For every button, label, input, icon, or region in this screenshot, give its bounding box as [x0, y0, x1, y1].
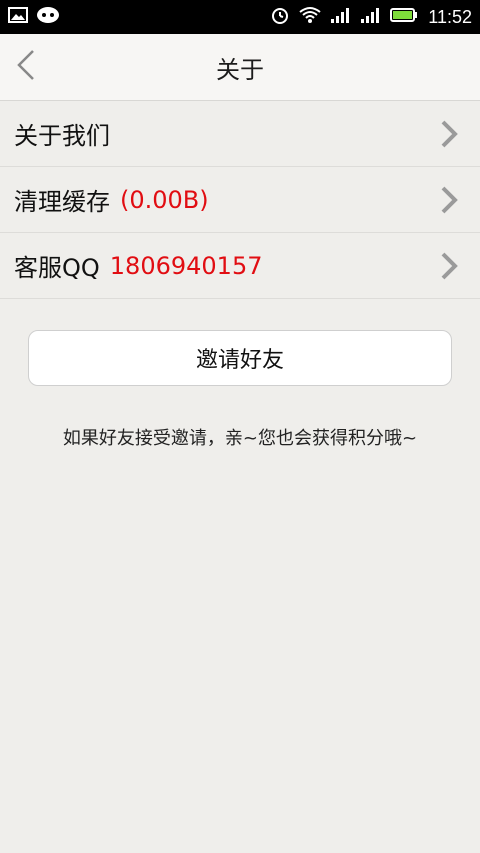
cache-size-value: (0.00B)	[120, 185, 209, 214]
settings-list: 关于我们 清理缓存 (0.00B) 客服QQ 1806940157	[0, 101, 480, 299]
list-item-text: 关于我们	[14, 116, 120, 151]
list-item-about-us[interactable]: 关于我们	[0, 101, 480, 167]
status-bar-right: 11:52	[270, 5, 472, 30]
signal-icon	[330, 6, 352, 29]
chevron-left-icon	[16, 49, 36, 85]
list-item-label: 关于我们	[14, 122, 110, 150]
image-icon	[8, 6, 28, 28]
status-bar-left	[8, 6, 60, 29]
list-item-text: 清理缓存 (0.00B)	[14, 182, 209, 217]
chevron-right-icon	[436, 249, 462, 283]
status-bar: 11:52	[0, 0, 480, 34]
list-item-label: 客服QQ	[14, 254, 100, 282]
invite-friends-button[interactable]: 邀请好友	[28, 330, 452, 386]
signal-icon	[360, 6, 382, 29]
list-item-text: 客服QQ 1806940157	[14, 248, 262, 283]
battery-icon	[390, 7, 418, 28]
qq-number-value: 1806940157	[109, 251, 263, 280]
list-item-label: 清理缓存	[14, 188, 110, 216]
list-item-clear-cache[interactable]: 清理缓存 (0.00B)	[0, 167, 480, 233]
chevron-right-icon	[436, 183, 462, 217]
list-item-customer-service-qq[interactable]: 客服QQ 1806940157	[0, 233, 480, 299]
alarm-icon	[270, 5, 290, 30]
status-time: 11:52	[428, 6, 472, 27]
wifi-icon	[298, 6, 322, 29]
chevron-right-icon	[436, 117, 462, 151]
navigation-bar: 关于	[0, 34, 480, 101]
page-title: 关于	[216, 55, 264, 84]
back-button[interactable]	[12, 47, 40, 87]
invite-note: 如果好友接受邀请，亲~您也会获得积分哦~	[62, 428, 418, 449]
chat-icon	[36, 6, 60, 29]
